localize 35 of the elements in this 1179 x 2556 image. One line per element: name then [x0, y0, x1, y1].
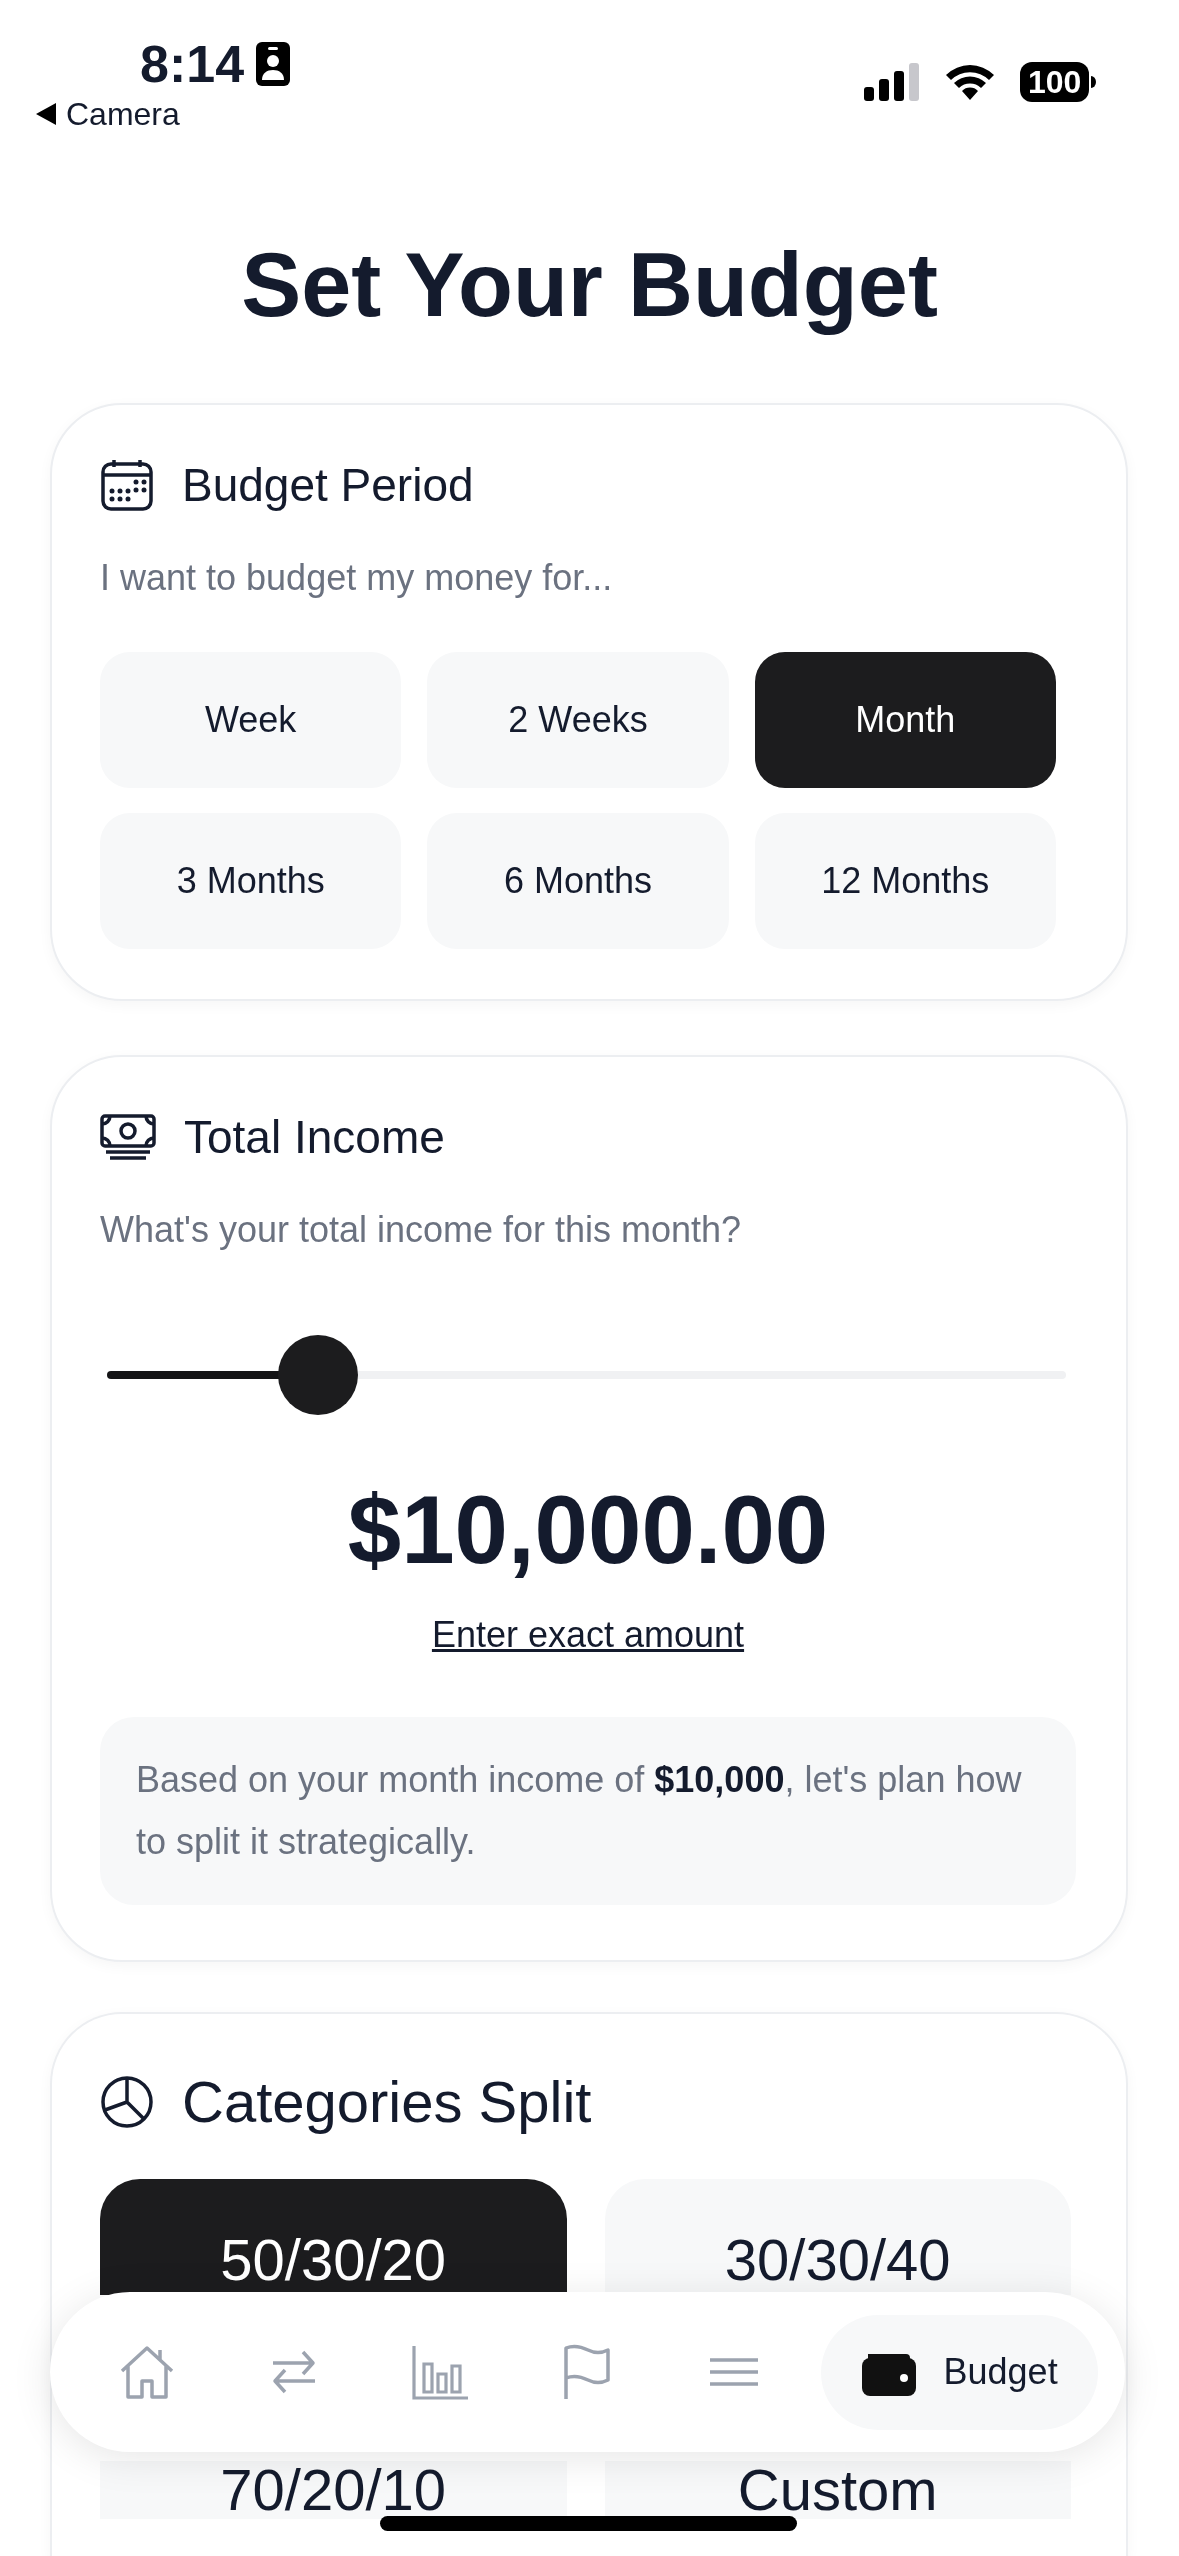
card-title: Budget Period — [182, 458, 474, 513]
card-title: Categories Split — [182, 2068, 592, 2136]
income-amount: $10,000.00 — [347, 1476, 829, 1583]
option-button[interactable]: 12 Months — [754, 813, 1056, 949]
option-button[interactable]: 3 Months — [100, 813, 402, 949]
pie-chart-icon — [100, 2075, 154, 2129]
card-title: Total Income — [184, 1110, 445, 1165]
card-prompt: What's your total income for this month? — [100, 1208, 743, 1252]
option-button[interactable]: 30/30/40 — [604, 2179, 1071, 2295]
signal-icon — [864, 63, 920, 101]
option-button[interactable]: 6 Months — [427, 813, 729, 949]
bar-chart-icon — [411, 2344, 470, 2400]
option-button[interactable]: 50/30/20 — [100, 2179, 567, 2295]
income-slider[interactable] — [107, 1335, 1066, 1415]
option-button[interactable]: Custom — [604, 2461, 1071, 2519]
card-prompt: I want to budget my money for... — [100, 556, 614, 600]
clock-time: 8:14 — [140, 36, 245, 92]
option-button[interactable]: Month — [754, 652, 1056, 788]
option-button[interactable]: Week — [100, 652, 402, 788]
back-link[interactable]: Camera — [66, 94, 180, 134]
exact-amount-link[interactable]: Enter exact amount — [431, 1614, 745, 1655]
person-badge-icon — [256, 42, 291, 86]
back-arrow-icon[interactable] — [36, 103, 56, 125]
income-note: Based on your month income of $10,000, let's plan how to split it strategically. — [100, 1717, 1076, 1905]
banknote-icon — [100, 1114, 156, 1160]
menu-icon — [709, 2358, 758, 2386]
flag-icon — [563, 2344, 612, 2400]
option-button[interactable]: 70/20/10 — [100, 2461, 567, 2519]
page-title: Set Your Budget — [241, 234, 938, 337]
wifi-icon — [944, 63, 996, 101]
calendar-icon — [100, 458, 154, 512]
option-button[interactable]: 2 Weeks — [427, 652, 729, 788]
swap-arrows-icon — [270, 2349, 317, 2395]
wallet-tab[interactable]: Budget — [821, 2314, 1098, 2430]
battery-indicator: 100 — [1020, 62, 1097, 102]
